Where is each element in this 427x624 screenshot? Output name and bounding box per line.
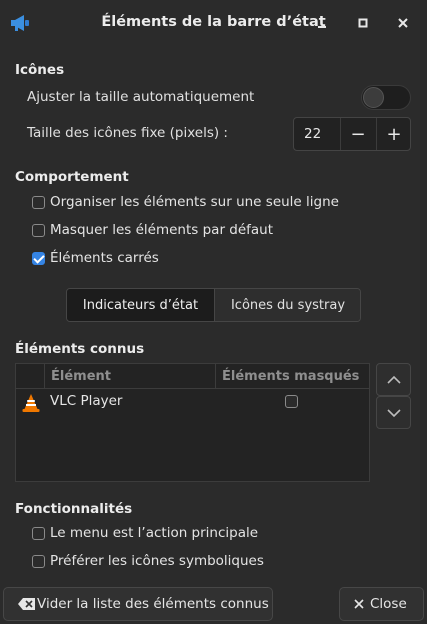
menu-primary-label: Le menu est l’action principale — [50, 525, 259, 541]
symbolic-icons-checkbox[interactable] — [32, 554, 45, 568]
close-icon[interactable] — [393, 13, 413, 33]
chevron-down-icon — [386, 408, 401, 417]
tab-systray-icons[interactable]: Icônes du systray — [215, 289, 360, 321]
icons-heading: Icônes — [15, 62, 65, 78]
move-up-button[interactable] — [376, 363, 411, 396]
single-line-checkbox[interactable] — [32, 195, 45, 209]
close-icon — [354, 599, 364, 609]
square-items-checkbox[interactable] — [32, 251, 45, 265]
chevron-up-icon — [386, 375, 401, 384]
single-line-option[interactable]: Organiser les éléments sur une seule lig… — [32, 194, 339, 210]
menu-primary-checkbox[interactable] — [32, 526, 45, 540]
icon-column-header[interactable] — [16, 364, 45, 389]
hide-default-checkbox[interactable] — [32, 223, 45, 237]
square-items-label: Éléments carrés — [50, 250, 159, 266]
fixed-size-label: Taille des icônes fixe (pixels) : — [27, 125, 228, 141]
close-label: Close — [370, 596, 407, 612]
vlc-icon — [21, 393, 41, 413]
title-bar: Éléments de la barre d’état — [0, 0, 427, 46]
increase-button[interactable]: + — [376, 118, 411, 150]
symbolic-icons-option[interactable]: Préférer les icônes symboliques — [32, 553, 264, 569]
single-line-label: Organiser les éléments sur une seule lig… — [50, 194, 339, 210]
tab-switcher: Indicateurs d’état Icônes du systray — [66, 288, 361, 322]
decrease-button[interactable]: − — [340, 118, 375, 150]
known-items-table: Élément Éléments masqués VLC Player — [15, 363, 370, 482]
hide-default-option[interactable]: Masquer les éléments par défaut — [32, 222, 273, 238]
item-name: VLC Player — [50, 393, 123, 409]
symbolic-icons-label: Préférer les icônes symboliques — [50, 553, 264, 569]
known-items-heading: Éléments connus — [15, 341, 145, 357]
close-button[interactable]: Close — [339, 587, 424, 621]
icon-size-stepper[interactable]: 22 − + — [293, 117, 411, 151]
minimize-icon[interactable] — [312, 13, 332, 33]
column-header-item[interactable]: Élément — [45, 364, 216, 389]
clear-known-items-label: Vider la liste des éléments connus — [37, 596, 269, 612]
icon-size-value[interactable]: 22 — [304, 126, 321, 142]
hidden-checkbox[interactable] — [285, 395, 298, 408]
switch-knob — [363, 87, 384, 108]
table-row[interactable]: VLC Player — [16, 389, 369, 415]
auto-size-label: Ajuster la taille automatiquement — [27, 89, 255, 105]
behavior-heading: Comportement — [15, 169, 129, 185]
maximize-icon[interactable] — [353, 13, 373, 33]
features-heading: Fonctionnalités — [15, 501, 133, 517]
tab-status-indicators[interactable]: Indicateurs d’état — [67, 289, 215, 321]
auto-size-switch[interactable] — [361, 85, 411, 110]
menu-primary-option[interactable]: Le menu est l’action principale — [32, 525, 258, 541]
square-items-option[interactable]: Éléments carrés — [32, 250, 159, 266]
column-header-hidden[interactable]: Éléments masqués — [216, 364, 369, 389]
clear-known-items-button[interactable]: Vider la liste des éléments connus — [3, 587, 273, 621]
hide-default-label: Masquer les éléments par défaut — [50, 222, 274, 238]
backspace-icon — [18, 598, 35, 610]
move-down-button[interactable] — [376, 396, 411, 429]
